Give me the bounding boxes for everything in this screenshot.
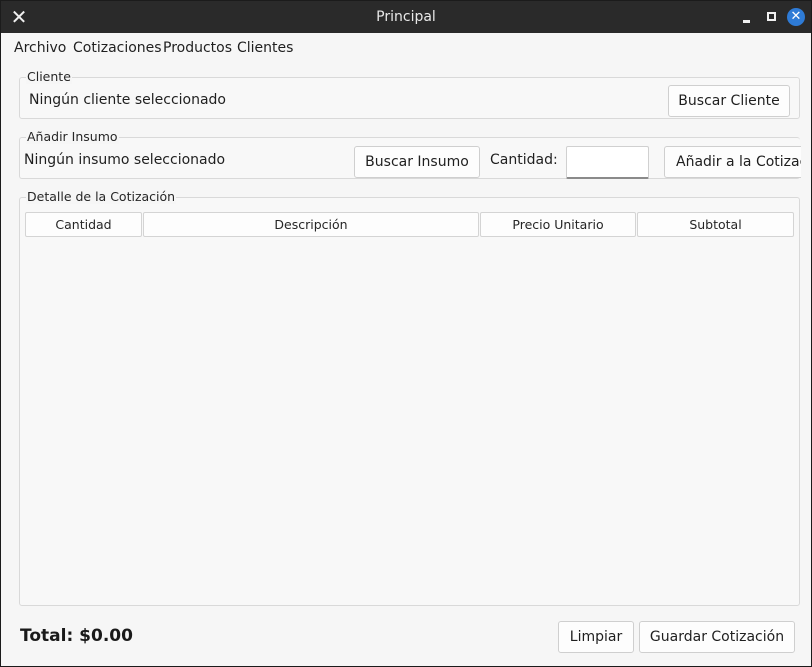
column-header-subtotal[interactable]: Subtotal — [637, 212, 794, 237]
menu-bar: Archivo Cotizaciones Productos Clientes — [1, 33, 811, 63]
maximize-icon[interactable] — [764, 9, 780, 25]
window-title: Principal — [376, 9, 436, 25]
column-header-cantidad[interactable]: Cantidad — [25, 212, 142, 237]
guardar-cotizacion-button[interactable]: Guardar Cotización — [639, 621, 795, 653]
limpiar-button[interactable]: Limpiar — [558, 621, 634, 653]
menu-archivo[interactable]: Archivo — [14, 40, 66, 56]
menu-cotizaciones[interactable]: Cotizaciones — [73, 40, 162, 56]
anadir-cotizacion-button[interactable]: Añadir a la Cotizac — [664, 146, 801, 178]
close-circle-icon[interactable]: ✕ — [787, 8, 805, 26]
insumo-status: Ningún insumo seleccionado — [24, 152, 226, 168]
title-bar[interactable]: ✕ Principal ✕ — [1, 1, 811, 33]
detalle-group-title: Detalle de la Cotización — [26, 189, 177, 204]
column-header-precio-unitario[interactable]: Precio Unitario — [480, 212, 636, 237]
total-label: Total: $0.00 — [20, 626, 133, 646]
detalle-table[interactable] — [25, 211, 795, 604]
buscar-insumo-button[interactable]: Buscar Insumo — [354, 146, 480, 178]
cliente-group-title: Cliente — [26, 69, 72, 84]
cantidad-label: Cantidad: — [490, 152, 558, 168]
main-window: ✕ Principal ✕ Archivo Cotizaciones Produ… — [0, 0, 812, 667]
minimize-icon[interactable] — [739, 9, 755, 25]
cantidad-input[interactable] — [566, 146, 649, 179]
column-header-descripcion[interactable]: Descripción — [143, 212, 479, 237]
buscar-cliente-button[interactable]: Buscar Cliente — [668, 85, 790, 117]
menu-productos[interactable]: Productos — [163, 40, 232, 56]
insumo-group-title: Añadir Insumo — [26, 129, 119, 144]
menu-clientes[interactable]: Clientes — [237, 40, 293, 56]
cliente-status: Ningún cliente seleccionado — [29, 92, 226, 108]
